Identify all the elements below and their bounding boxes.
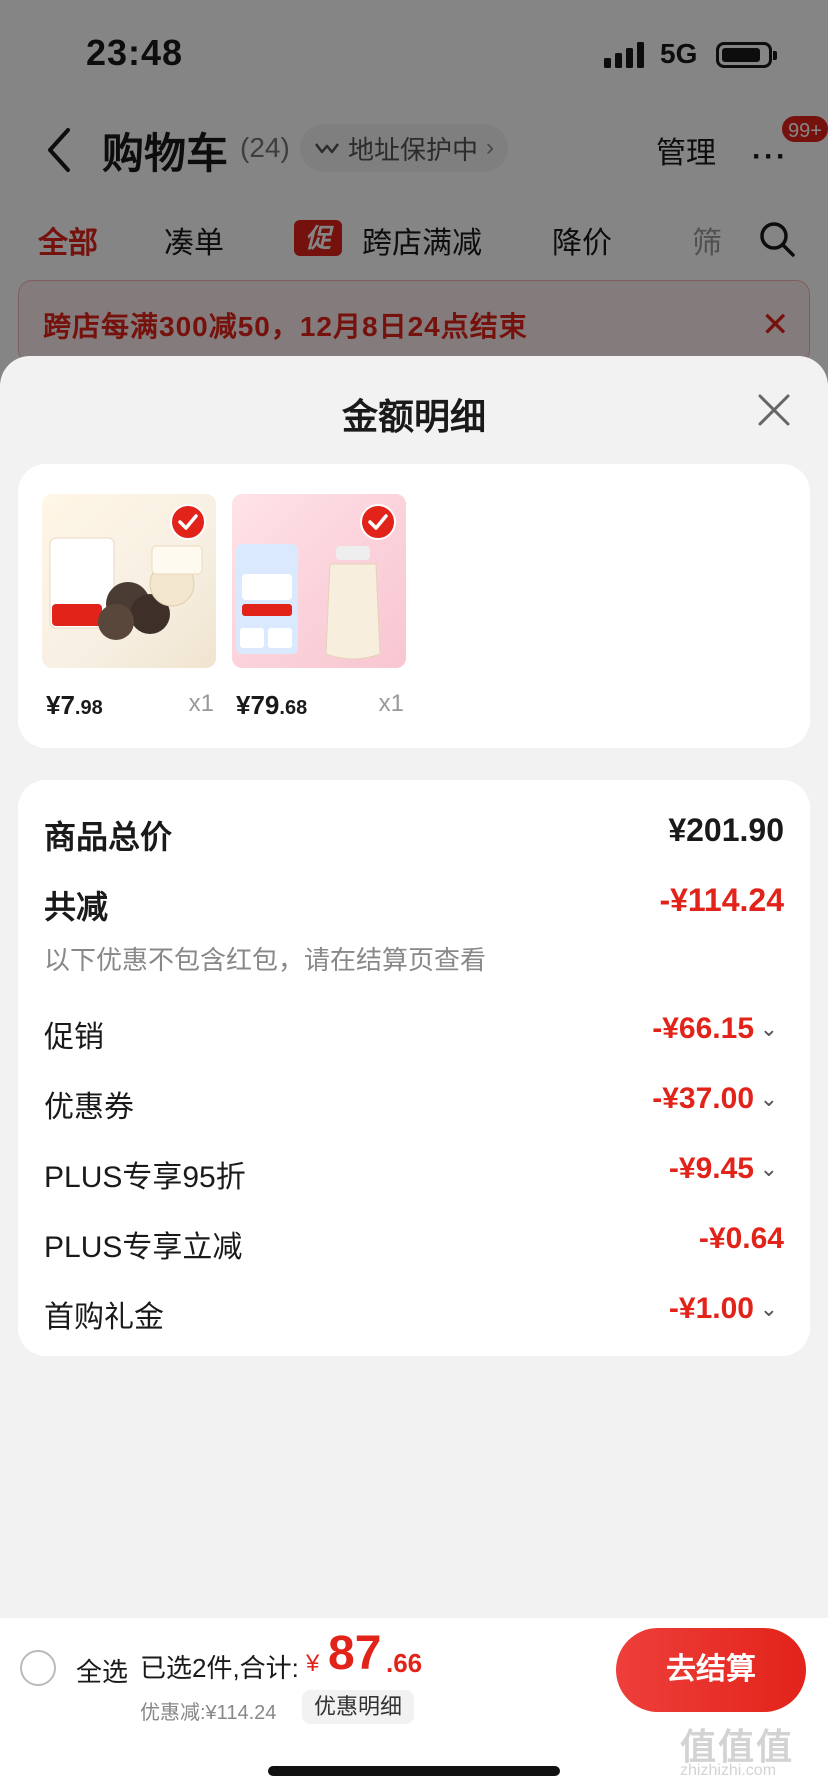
total-reduce-label: 共减 [44, 889, 109, 925]
discount-label: 优惠券 [44, 1091, 134, 1124]
discount-label: 首购礼金 [44, 1301, 164, 1334]
select-all-checkbox[interactable] [20, 1650, 56, 1686]
discount-value: -¥0.64 [698, 1222, 784, 1255]
chevron-down-icon: ⌄ [759, 1156, 778, 1181]
total-price-value: ¥201.90 [668, 812, 784, 848]
discount-value: -¥1.00 [668, 1292, 754, 1325]
discount-label: PLUS专享95折 [44, 1161, 246, 1194]
summary-label: 已选2件,合计: [140, 1653, 299, 1683]
selected-check-icon[interactable] [170, 504, 206, 540]
amount-detail-sheet: 金额明细 ¥7.98 x1 ¥79.68 x1 商品总价 ¥201.90 共减 … [0, 356, 828, 1792]
chevron-down-icon: ⌄ [759, 1086, 778, 1111]
product-price: ¥79.68 [236, 690, 308, 720]
discount-row-promotion[interactable]: 促销 -¥66.15 ⌄ [44, 1012, 784, 1056]
watermark-url: zhizhizhi.com [680, 1762, 777, 1779]
products-card: ¥7.98 x1 ¥79.68 x1 [18, 464, 810, 748]
discount-value: -¥66.15 [652, 1012, 754, 1045]
total-price-row: 商品总价 ¥201.90 [44, 812, 784, 856]
discount-row-coupon[interactable]: 优惠券 -¥37.00 ⌄ [44, 1082, 784, 1126]
total-reduce-row: 共减 -¥114.24 [44, 882, 784, 926]
amount-detail-card: 商品总价 ¥201.90 共减 -¥114.24 以下优惠不包含红包，请在结算页… [18, 780, 810, 1356]
product-price: ¥7.98 [46, 690, 103, 720]
product-image-snack [42, 494, 216, 668]
chevron-down-icon: ⌄ [759, 1016, 778, 1041]
sheet-title: 金额明细 [341, 396, 486, 437]
product-qty: x1 [188, 690, 214, 717]
discount-row-first-buy[interactable]: 首购礼金 -¥1.00 ⌄ [44, 1292, 784, 1336]
product-image-bottle [232, 494, 406, 668]
discount-summary: 优惠减:¥114.24 [140, 1702, 277, 1724]
summary-currency: ¥ [306, 1650, 320, 1677]
discount-label: 促销 [44, 1021, 104, 1054]
total-price-label: 商品总价 [44, 819, 173, 855]
product-item[interactable]: ¥7.98 x1 [42, 494, 216, 720]
chevron-down-icon: ⌄ [759, 1296, 778, 1321]
summary-total-dec: .66 [386, 1648, 423, 1678]
home-indicator[interactable] [268, 1766, 560, 1776]
dim-overlay[interactable] [0, 0, 828, 400]
select-all-label[interactable]: 全选 [76, 1652, 128, 1689]
selected-check-icon[interactable] [360, 504, 396, 540]
checkout-bar: 全选 已选2件,合计: ¥ 87 .66 优惠减:¥114.24 优惠明细 去结… [0, 1618, 828, 1792]
summary-total-int: 87 [328, 1627, 382, 1680]
discount-label: PLUS专享立减 [44, 1231, 243, 1264]
discount-row-plus-95[interactable]: PLUS专享95折 -¥9.45 ⌄ [44, 1152, 784, 1196]
close-icon[interactable] [756, 392, 792, 428]
discount-detail-button[interactable]: 优惠明细 [302, 1690, 415, 1724]
product-qty: x1 [378, 690, 404, 717]
discount-row-plus-instant: PLUS专享立减 -¥0.64 [44, 1222, 784, 1266]
total-reduce-value: -¥114.24 [659, 882, 784, 918]
checkout-button[interactable]: 去结算 [616, 1628, 806, 1712]
discount-value: -¥37.00 [652, 1082, 754, 1115]
product-item[interactable]: ¥79.68 x1 [232, 494, 406, 720]
discount-value: -¥9.45 [668, 1152, 754, 1185]
discount-note: 以下优惠不包含红包，请在结算页查看 [44, 945, 487, 975]
